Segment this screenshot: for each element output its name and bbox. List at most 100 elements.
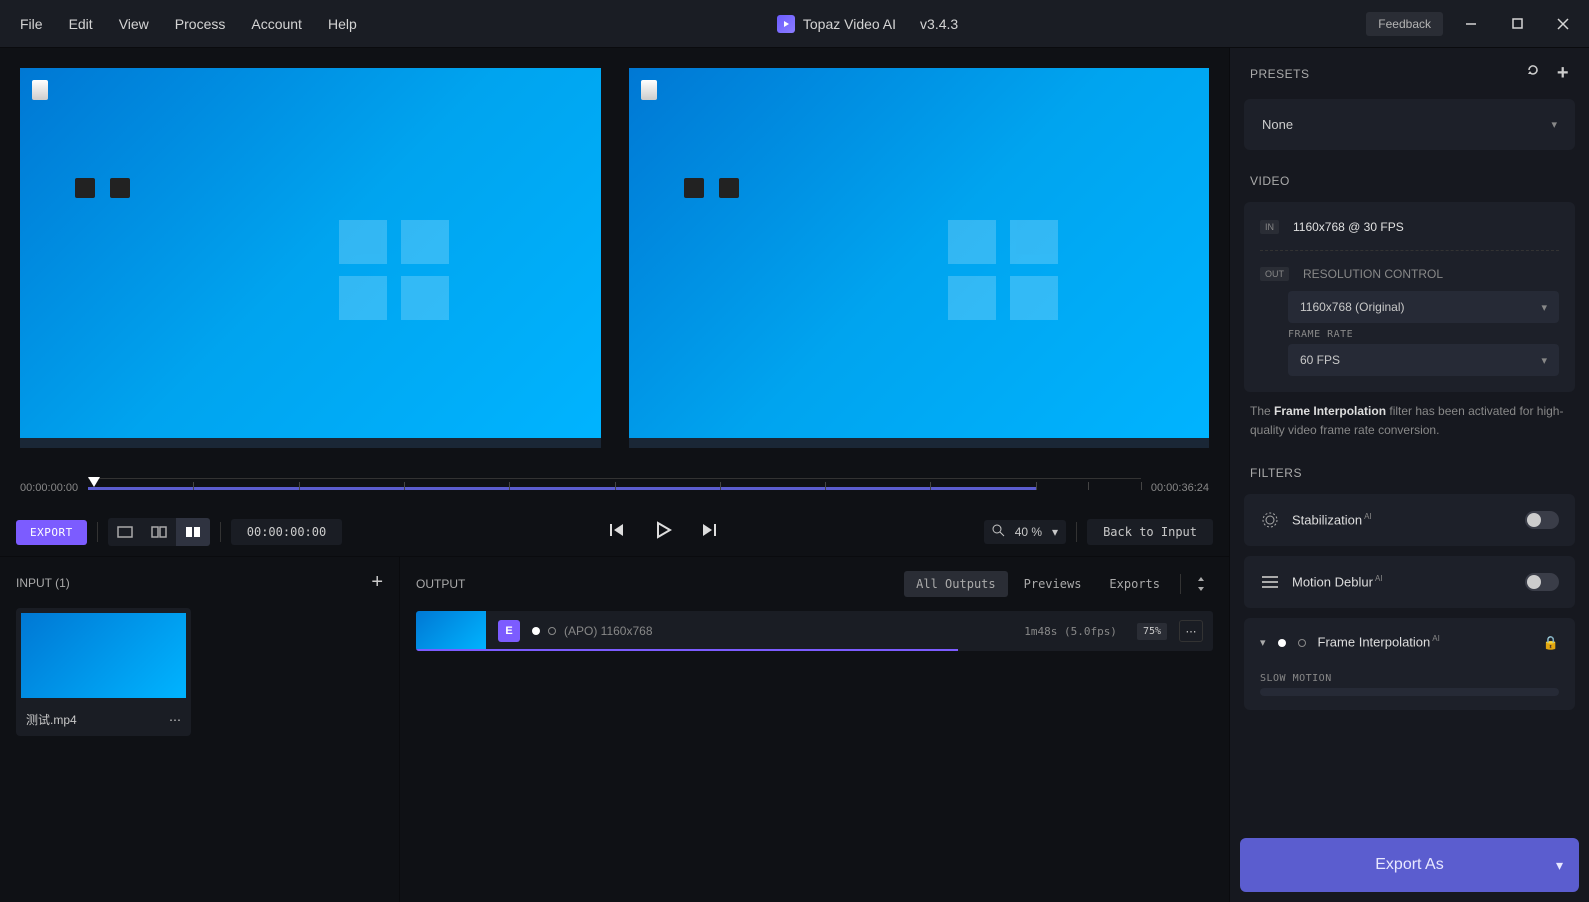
back-to-input-button[interactable]: Back to Input [1087,519,1213,545]
in-badge: IN [1260,220,1279,234]
tab-exports[interactable]: Exports [1097,571,1172,597]
view-split-button[interactable] [142,518,176,546]
preview-left[interactable] [20,68,601,448]
view-single-button[interactable] [108,518,142,546]
windows-logo-icon [948,220,1058,320]
export-as-label: Export As [1375,856,1443,874]
status-ring-icon [1298,639,1306,647]
sort-button[interactable] [1189,572,1213,596]
timecode-display[interactable]: 00:00:00:00 [231,519,342,545]
refresh-presets-button[interactable] [1525,62,1541,85]
export-button[interactable]: EXPORT [16,520,87,545]
menu-account[interactable]: Account [239,10,314,38]
status-dot-icon [532,627,540,635]
app-version: v3.4.3 [920,16,958,32]
desktop-icon [684,178,704,198]
out-badge: OUT [1260,267,1289,281]
frame-interpolation-info: The Frame Interpolation filter has been … [1230,402,1589,452]
output-thumbnail [416,611,486,651]
recycle-bin-icon [32,80,48,100]
desktop-icon [75,178,95,198]
stabilization-icon [1260,510,1280,530]
slow-motion-label: SLOW MOTION [1260,673,1559,684]
play-button[interactable] [654,521,672,544]
add-input-button[interactable]: + [371,571,383,594]
add-preset-button[interactable]: + [1557,62,1569,85]
settings-sidebar: PRESETS + None ▾ VIDEO IN 1160x768 @ 30 … [1229,48,1589,902]
lock-icon: 🔒 [1543,635,1559,651]
recycle-bin-icon [641,80,657,100]
status-dot-icon [1278,639,1286,647]
stabilization-toggle[interactable] [1525,511,1559,529]
motion-deblur-icon [1260,572,1280,592]
input-item[interactable]: 测试.mp4 ⋯ [16,608,191,736]
desktop-icon [110,178,130,198]
timeline[interactable]: 00:00:00:00 00:00:36:24 [0,468,1229,508]
menu-edit[interactable]: Edit [57,10,105,38]
timeline-start: 00:00:00:00 [20,482,78,494]
input-panel: INPUT (1) + 测试.mp4 ⋯ [0,557,400,902]
filter-stabilization: StabilizationAI [1244,494,1575,546]
motion-deblur-toggle[interactable] [1525,573,1559,591]
input-panel-title: INPUT (1) [16,576,70,590]
presets-title: PRESETS [1250,67,1310,81]
video-in-value: 1160x768 @ 30 FPS [1293,220,1404,234]
controls-row: EXPORT 00:00:00:00 40 % ▾ Back to Input [0,508,1229,556]
export-as-button[interactable]: Export As ▾ [1240,838,1579,892]
tab-all-outputs[interactable]: All Outputs [904,571,1007,597]
menu-file[interactable]: File [8,10,55,38]
feedback-button[interactable]: Feedback [1366,12,1443,36]
slow-motion-select[interactable] [1260,688,1559,696]
preview-taskbar [20,438,601,448]
output-progress-pct: 75% [1137,623,1167,640]
titlebar: File Edit View Process Account Help Topa… [0,0,1589,48]
input-more-button[interactable]: ⋯ [169,713,181,727]
windows-logo-icon [339,220,449,320]
motion-deblur-label: Motion Deblur [1292,575,1373,590]
preview-area [0,48,1229,468]
maximize-button[interactable] [1499,9,1535,39]
zoom-value: 40 % [1015,525,1042,539]
output-item[interactable]: E (APO) 1160x768 1m48s (5.0fps) 75% ⋯ [416,611,1213,651]
main-menu: File Edit View Process Account Help [8,10,369,38]
previous-frame-button[interactable] [608,521,626,544]
menu-process[interactable]: Process [163,10,238,38]
status-ring-icon [548,627,556,635]
resolution-select[interactable]: 1160x768 (Original) ▾ [1288,291,1559,323]
chevron-down-icon: ▾ [1541,354,1547,367]
frame-rate-select[interactable]: 60 FPS ▾ [1288,344,1559,376]
chevron-down-icon: ▾ [1541,301,1547,314]
output-progress-bar [416,649,958,651]
expand-filter-button[interactable]: ▾ [1260,636,1266,649]
frame-interpolation-label: Frame Interpolation [1318,635,1431,650]
frame-rate-label: FRAME RATE [1288,329,1559,340]
input-thumbnail [21,613,186,698]
minimize-button[interactable] [1453,9,1489,39]
menu-view[interactable]: View [107,10,161,38]
app-logo-icon [777,15,795,33]
search-icon [992,524,1005,540]
close-button[interactable] [1545,9,1581,39]
next-frame-button[interactable] [700,521,718,544]
view-sidebyside-button[interactable] [176,518,210,546]
chevron-down-icon: ▾ [1052,525,1058,539]
preview-right[interactable] [629,68,1210,448]
frame-rate-value: 60 FPS [1300,353,1340,367]
chevron-down-icon: ▾ [1556,857,1563,874]
input-filename: 测试.mp4 [26,711,77,728]
resolution-value: 1160x768 (Original) [1300,300,1405,314]
output-panel-title: OUTPUT [416,577,465,591]
view-mode-toggle [108,518,210,546]
resolution-control-label: RESOLUTION CONTROL [1303,267,1443,281]
output-more-button[interactable]: ⋯ [1179,620,1203,642]
app-name: Topaz Video AI [803,16,896,32]
video-title: VIDEO [1250,174,1290,188]
playhead-icon[interactable] [88,477,100,487]
timeline-track[interactable] [88,478,1141,498]
preset-select[interactable]: None ▾ [1260,111,1559,138]
zoom-control[interactable]: 40 % ▾ [984,520,1066,544]
filter-frame-interpolation: ▾ Frame InterpolationAI 🔒 [1244,618,1575,666]
tab-previews[interactable]: Previews [1012,571,1094,597]
timeline-end: 00:00:36:24 [1151,482,1209,494]
menu-help[interactable]: Help [316,10,369,38]
